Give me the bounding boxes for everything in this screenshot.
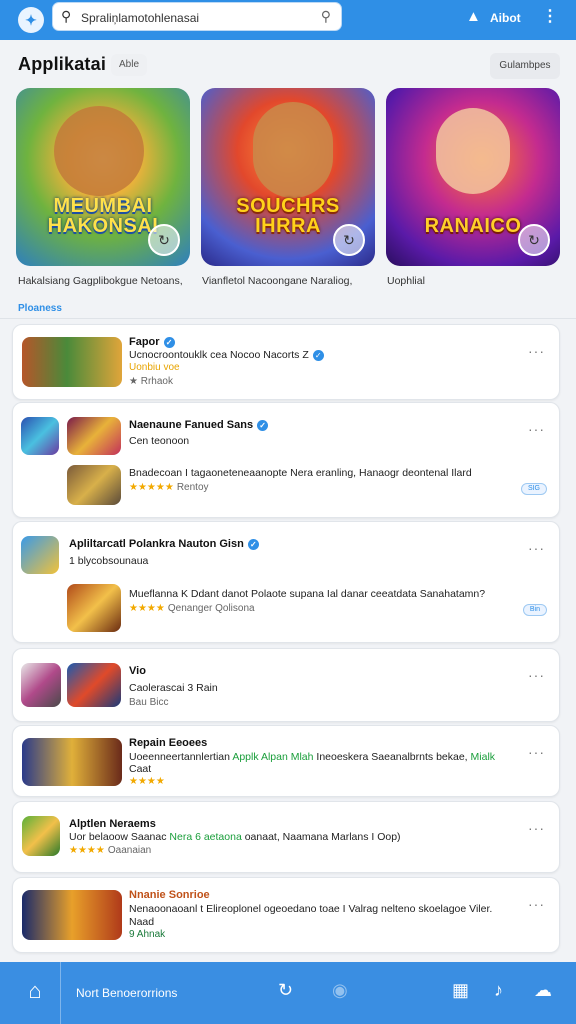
list-item-desc-3: Caat [129, 763, 152, 775]
user-icon[interactable]: ▲ [466, 8, 481, 25]
featured-card-3[interactable]: RANAICO ↻ [386, 88, 560, 266]
list-item-title: Fapor ✓ [129, 336, 175, 348]
more-vertical-icon[interactable]: ⋮ [542, 6, 558, 26]
list-item-desc: Uoeenneertannlertian Applk Alpan Mlah In… [129, 751, 496, 763]
more-options-icon[interactable]: ··· [528, 421, 545, 437]
app-icon [21, 417, 59, 455]
list-item-title: Repain Eeoees [129, 737, 208, 749]
list-item-desc-2: Bnadecoan I tagaoneteneaanopte Nera eran… [129, 467, 472, 479]
app-thumbnail [67, 465, 121, 505]
list-item-desc-3: Naad [129, 916, 155, 928]
app-icon [21, 536, 59, 574]
list-item-desc-2: Mueflanna K Ddant danot Polaote supana I… [129, 588, 486, 600]
list-item[interactable]: Nnanie Sonrioe Nenaoonaoanl t Elireoplon… [12, 877, 560, 953]
rating-stars: 9 Ahnak [129, 929, 166, 940]
user-label[interactable]: Aibot [490, 11, 521, 25]
more-options-icon[interactable]: ··· [528, 540, 545, 556]
list-item-desc: 1 blycobsounaua [69, 555, 149, 567]
search-icon: ⚲ [61, 8, 72, 24]
more-options-icon[interactable]: ··· [528, 667, 545, 683]
rating-stars: ★★★★ Qenanger Qolisona [129, 603, 255, 614]
featured-caption-3: Uophlial [387, 275, 425, 287]
rating-stars: Uonbiu voe [129, 362, 180, 373]
app-thumbnail [22, 738, 122, 786]
sub-section-label: Ploaness [18, 303, 62, 314]
app-icon [21, 663, 61, 707]
more-options-icon[interactable]: ··· [528, 744, 545, 760]
library-icon[interactable]: ▦ [452, 980, 469, 1001]
verified-icon: ✓ [247, 539, 259, 550]
divider [60, 962, 61, 1024]
list-item-desc: Caolerascai 3 Rain [129, 682, 218, 694]
rating-stars: ★★★★ Oaanaian [69, 845, 152, 856]
list-item-desc: Nenaoonaoanl t Elireoplonel ogeoedano to… [129, 903, 493, 915]
rating-stars: ★★★★★ Rentoy [129, 482, 209, 493]
list-item-desc: Cen teonoon [129, 435, 190, 447]
cloud-icon[interactable]: ☁ [534, 980, 552, 1001]
app-icon [67, 663, 121, 707]
list-item-title: Vio [129, 665, 146, 677]
bottom-nav: ⌂ Nort Benoerorrions ↻ ◉ ▦ ♪ ☁ [0, 962, 576, 1024]
section-chip[interactable]: Able [111, 54, 148, 76]
list-item[interactable]: Repain Eeoees Uoeenneertannlertian Applk… [12, 725, 560, 797]
featured-card-2[interactable]: SOUCHRS IHRRA ↻ [201, 88, 375, 266]
play-icon[interactable]: ↻ [518, 224, 550, 256]
character-shape [436, 108, 510, 194]
list-item[interactable]: Fapor ✓ Ucnocroontouklk cea Nocoo Nacorts… [12, 324, 560, 400]
loading-icon[interactable]: ↻ [278, 980, 293, 1001]
status-badge: Bin [522, 604, 547, 616]
list-item-meta: Bau Bicc [129, 697, 169, 708]
page-title: Applikatai [18, 54, 107, 74]
verified-icon: ✓ [312, 350, 324, 361]
app-icon [22, 816, 60, 856]
character-shape [253, 102, 333, 198]
play-icon[interactable]: ↻ [333, 224, 365, 256]
list-item[interactable]: Apliltarcatl Polankra Nauton Gisn ✓ 1 bly… [12, 521, 560, 643]
list-item-desc: Uor belaoow Saanac Nera 6 aetaona oanaat… [69, 831, 401, 843]
featured-card-1[interactable]: MEUMBAI HAKONSAI ↻ [16, 88, 190, 266]
search-submit-icon[interactable]: ⚲ [321, 8, 331, 25]
list-item[interactable]: Naenaune Fanued Sans ✓ Cen teonoon Bnadec… [12, 402, 560, 518]
list-item-title: Apliltarcatl Polankra Nauton Gisn ✓ [69, 538, 259, 550]
list-item[interactable]: Alptlen Neraems Uor belaoow Saanac Nera … [12, 801, 560, 873]
home-icon[interactable]: ⌂ [22, 978, 48, 1004]
list-item-title: Naenaune Fanued Sans ✓ [129, 419, 269, 431]
divider [0, 318, 576, 319]
section-action-button[interactable]: Gulambpes [490, 53, 560, 79]
search-text: Spraliņlamotohlenasai [81, 11, 200, 25]
character-shape [54, 106, 144, 196]
search-input[interactable]: ⚲ Spraliņlamotohlenasai ⚲ [52, 2, 342, 31]
app-thumbnail [22, 890, 122, 940]
list-item-desc: Ucnocroontouklk cea Nocoo Nacorts Z ✓ [129, 349, 324, 361]
more-options-icon[interactable]: ··· [528, 820, 545, 836]
featured-caption-1: Hakalsiang Gagplibokgue Netoans, [18, 275, 183, 287]
bottom-nav-label[interactable]: Nort Benoerorrions [76, 986, 177, 1000]
list-item-meta: ★ Rrhaok [129, 376, 173, 387]
app-thumbnail [67, 584, 121, 632]
puzzle-icon[interactable]: ✦ [18, 7, 44, 33]
verified-icon: ✓ [257, 420, 269, 431]
status-badge: SIG [520, 483, 547, 495]
app-thumbnail [22, 337, 122, 387]
featured-caption-2: Vianfletol Nacoongane Naraliog, [202, 275, 353, 287]
top-bar: ✦ ⚲ Spraliņlamotohlenasai ⚲ ▲ Aibot ⋮ [0, 0, 576, 40]
list-item-title: Nnanie Sonrioe [129, 889, 210, 901]
list-item-title: Alptlen Neraems [69, 818, 156, 830]
refresh-icon[interactable]: ◉ [332, 980, 348, 1001]
play-icon[interactable]: ↻ [148, 224, 180, 256]
app-icon [67, 417, 121, 455]
verified-icon: ✓ [163, 337, 175, 348]
more-options-icon[interactable]: ··· [528, 343, 545, 359]
rating-stars: ★★★★ [129, 776, 165, 787]
music-icon[interactable]: ♪ [494, 980, 503, 1001]
list-item[interactable]: Vio Caolerascai 3 Rain Bau Bicc ··· [12, 648, 560, 722]
more-options-icon[interactable]: ··· [528, 896, 545, 912]
